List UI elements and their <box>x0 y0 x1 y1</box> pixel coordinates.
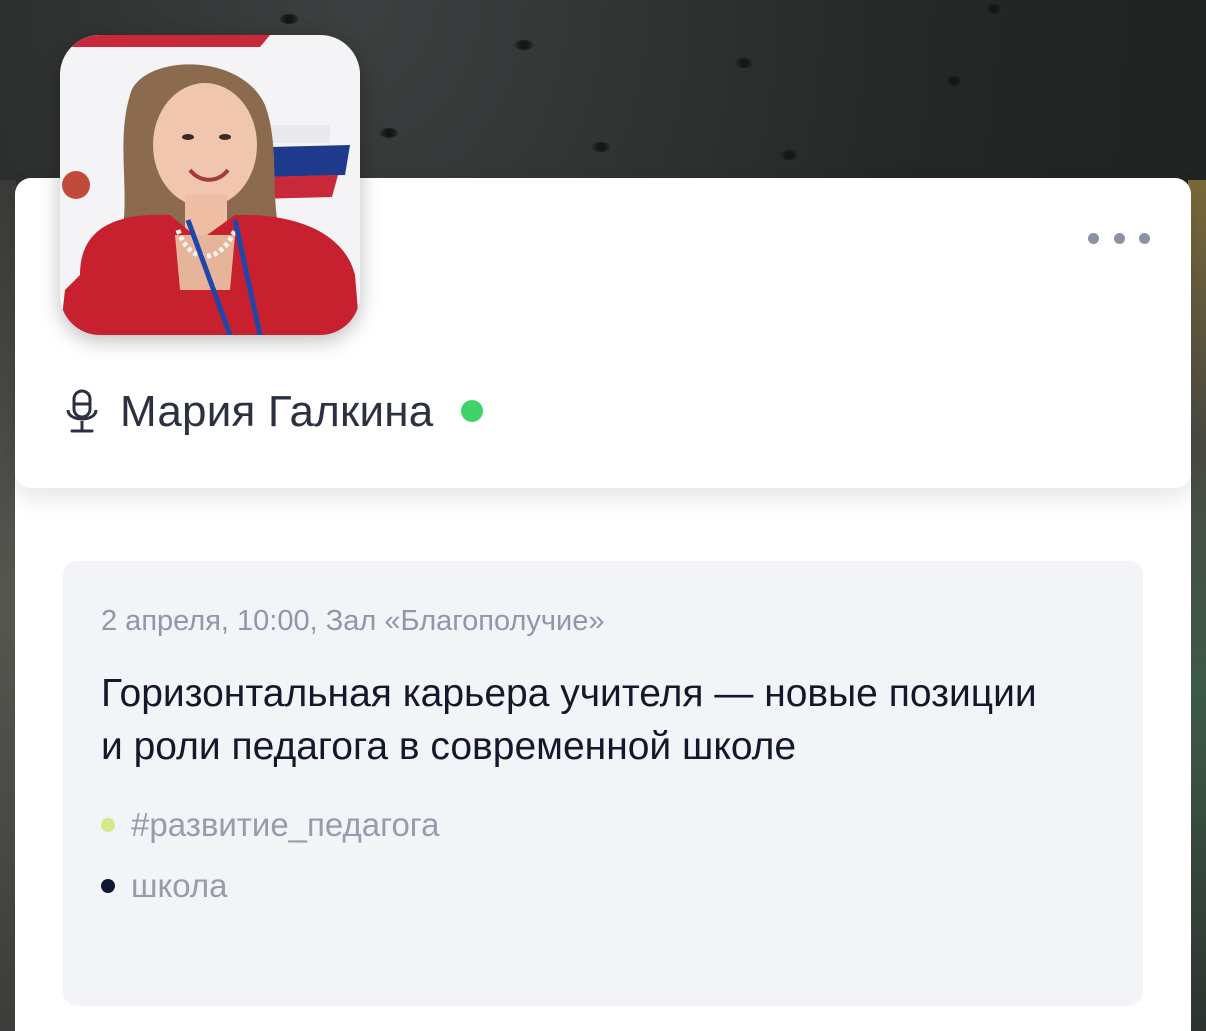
tag-label: школа <box>131 867 228 904</box>
ceiling-light <box>780 150 798 160</box>
background-edge-left <box>0 180 16 1031</box>
microphone-icon <box>66 389 98 433</box>
more-options-button[interactable] <box>1088 226 1150 250</box>
session-title: Горизонтальная карьера учителя — новые п… <box>101 672 1037 768</box>
tag-item[interactable]: школа <box>101 866 1105 906</box>
ceiling-light <box>985 4 1003 14</box>
tag-color-dot <box>101 879 115 893</box>
ellipsis-icon <box>1139 232 1150 244</box>
speaker-row: Мария Галкина <box>62 382 484 442</box>
screen: Мария Галкина 2 апреля, 10:00, Зал «Благ… <box>0 0 1206 1031</box>
speaker-name: Мария Галкина <box>120 387 434 436</box>
speaker-avatar <box>60 35 360 335</box>
ceiling-light <box>380 128 398 138</box>
session-card[interactable]: 2 апреля, 10:00, Зал «Благополучие» Гори… <box>63 561 1143 1006</box>
tag-item[interactable]: #развитие_педагога <box>101 805 1105 845</box>
tag-color-dot <box>101 818 115 832</box>
ceiling-light <box>592 142 610 152</box>
ceiling-light <box>945 76 963 86</box>
online-status-dot <box>461 400 484 422</box>
ellipsis-icon <box>1113 232 1125 244</box>
speaker-photo <box>60 35 360 335</box>
ceiling-light <box>280 14 298 24</box>
tag-label: #развитие_педагога <box>131 806 440 843</box>
ceiling-light <box>735 58 753 68</box>
session-date-location: 2 апреля, 10:00, Зал «Благополучие» <box>101 605 605 637</box>
ellipsis-icon <box>1088 232 1099 244</box>
ceiling-light <box>515 40 533 50</box>
